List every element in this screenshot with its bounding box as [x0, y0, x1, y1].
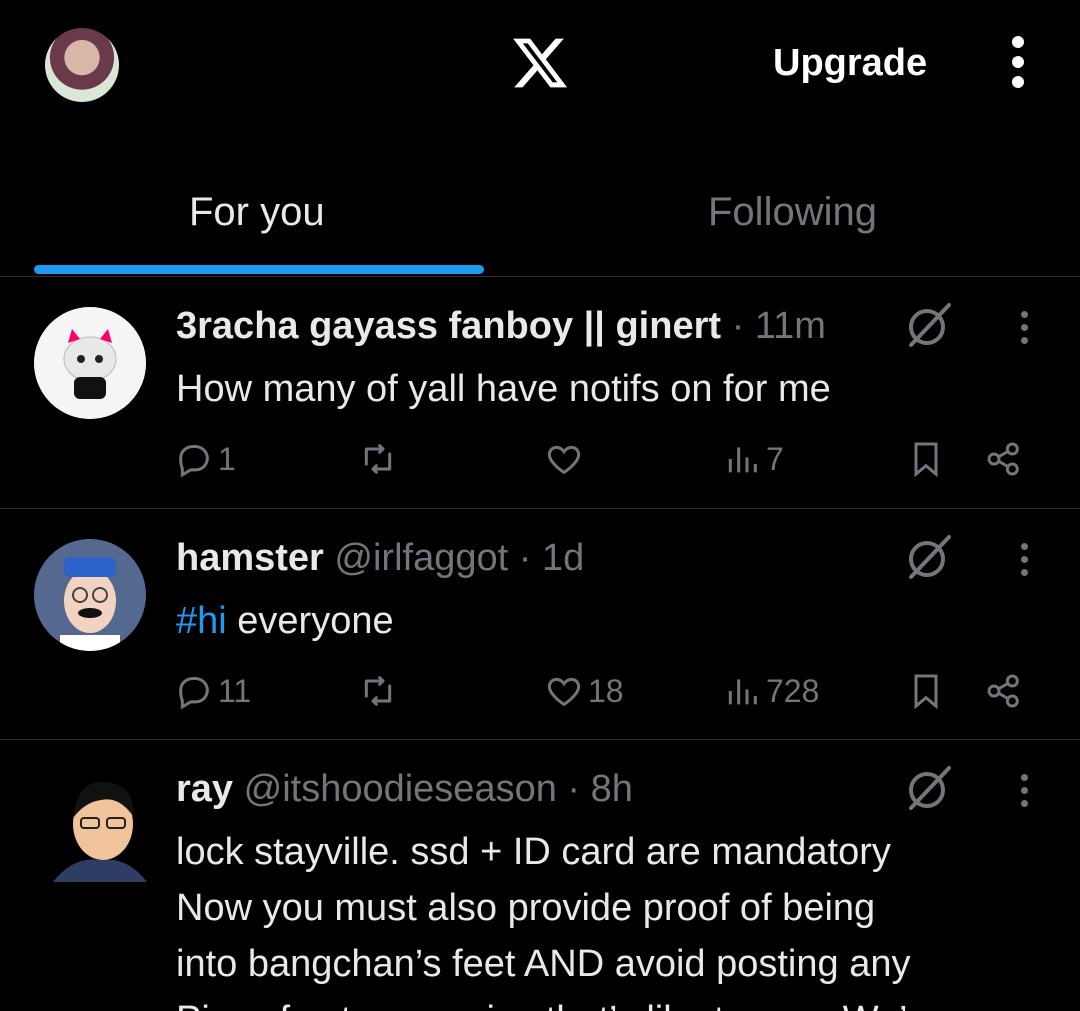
repost-icon — [364, 444, 392, 474]
post-more-icon[interactable] — [1012, 311, 1036, 351]
share-icon — [987, 442, 1019, 476]
author-handle[interactable]: @itshoodieseason — [244, 768, 557, 810]
views-button[interactable]: 7 — [722, 437, 784, 481]
post-header: ray @itshoodieseason · 8h — [176, 768, 633, 811]
post[interactable]: hamster @irlfaggot · 1d #hi everyone 11 … — [0, 509, 1080, 740]
bookmark-icon — [914, 442, 938, 478]
post-time[interactable]: 11m — [755, 305, 826, 347]
heart-icon — [547, 677, 581, 707]
author-name[interactable]: hamster — [176, 537, 324, 579]
post[interactable]: ray @itshoodieseason · 8h lock stayville… — [0, 740, 1080, 1011]
time-separator: · — [508, 537, 542, 579]
post-text-line: into bangchan’s feet AND avoid posting a… — [176, 943, 911, 985]
bookmark-icon — [914, 674, 938, 710]
repost-icon — [364, 676, 392, 706]
repost-button[interactable] — [358, 437, 402, 481]
post-author-avatar[interactable] — [34, 307, 146, 419]
post-more-icon[interactable] — [1012, 774, 1036, 814]
post-text-line: Now you must also provide proof of being — [176, 887, 876, 929]
post-actions: 11 18 728 — [0, 669, 1080, 719]
post-text: lock stayville. ssd + ID card are mandat… — [176, 824, 1056, 1011]
share-button[interactable] — [984, 669, 1024, 713]
timeline-tabs: For you Following — [0, 150, 1080, 277]
post-text-line: Pics of cutes puppies that’s like trauma… — [176, 992, 1056, 1011]
like-count: 18 — [588, 672, 624, 709]
reply-button[interactable]: 11 — [174, 669, 251, 713]
views-count: 7 — [766, 440, 784, 477]
profile-avatar[interactable] — [45, 28, 119, 102]
time-separator: · — [556, 768, 591, 810]
top-bar: Upgrade — [0, 0, 1080, 135]
post-text: How many of yall have notifs on for me — [176, 368, 831, 410]
post-more-icon[interactable] — [1012, 543, 1036, 583]
post-header: hamster @irlfaggot · 1d — [176, 537, 584, 580]
reply-icon — [179, 445, 209, 478]
x-logo-icon[interactable] — [508, 33, 572, 93]
heart-icon — [547, 445, 581, 475]
hashtag-link[interactable]: #hi — [176, 600, 227, 642]
author-name[interactable]: ray — [176, 768, 233, 810]
reply-count: 1 — [218, 440, 236, 477]
more-options-icon[interactable] — [1000, 36, 1036, 92]
grok-icon[interactable] — [903, 762, 955, 814]
post-actions: 1 7 — [0, 437, 1080, 487]
views-button[interactable]: 728 — [722, 669, 819, 713]
post-time[interactable]: 8h — [591, 768, 633, 810]
reply-count: 11 — [218, 672, 252, 709]
tab-following[interactable]: Following — [708, 190, 877, 235]
post-text: #hi everyone — [176, 593, 1056, 649]
author-handle[interactable]: @irlfaggot — [334, 537, 508, 579]
post-author-avatar[interactable] — [53, 770, 147, 882]
post-text-rest: everyone — [226, 600, 394, 642]
repost-button[interactable] — [358, 669, 402, 713]
reply-icon — [179, 677, 209, 710]
views-count: 728 — [766, 672, 820, 709]
bookmark-button[interactable] — [906, 669, 946, 713]
post[interactable]: 3racha gayass fanboy || ginert · 11m How… — [0, 277, 1080, 509]
bookmark-button[interactable] — [906, 437, 946, 481]
views-icon — [728, 447, 757, 473]
time-separator: · — [721, 305, 755, 347]
views-icon — [728, 679, 757, 705]
grok-icon[interactable] — [903, 299, 955, 351]
post-author-avatar[interactable] — [34, 539, 146, 651]
post-header: 3racha gayass fanboy || ginert · 11m — [176, 305, 826, 348]
reply-button[interactable]: 1 — [174, 437, 236, 481]
active-tab-indicator — [34, 265, 484, 274]
post-time[interactable]: 1d — [542, 537, 584, 579]
like-button[interactable]: 18 — [544, 669, 624, 713]
like-button[interactable] — [544, 437, 588, 481]
share-button[interactable] — [984, 437, 1024, 481]
share-icon — [987, 674, 1019, 708]
post-text-line: lock stayville. ssd + ID card are mandat… — [176, 831, 891, 873]
upgrade-button[interactable]: Upgrade — [773, 42, 927, 85]
tab-for-you[interactable]: For you — [189, 190, 325, 235]
author-name[interactable]: 3racha gayass fanboy || ginert — [176, 305, 721, 347]
grok-icon[interactable] — [903, 531, 955, 583]
